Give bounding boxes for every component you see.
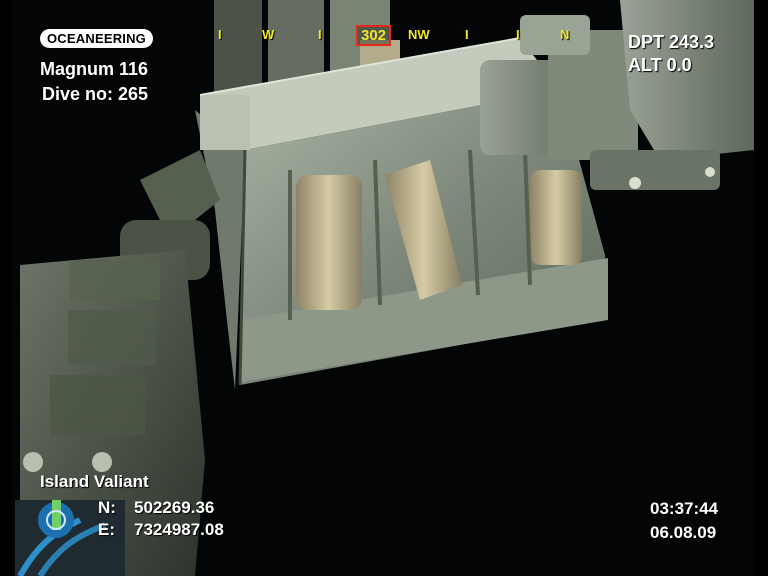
heading-value: 302: [356, 25, 392, 46]
time-readout: 03:37:44: [650, 499, 719, 518]
vessel-name: Island Valiant: [40, 472, 149, 491]
compass-mark: I: [318, 27, 322, 42]
northing-value: 502269.36: [134, 498, 215, 517]
left-frame-edge: [0, 0, 12, 576]
northing-label: N:: [98, 498, 116, 517]
compass-mark-nw: NW: [408, 27, 430, 42]
compass-mark: I: [516, 27, 520, 42]
compass-mark-w: W: [262, 27, 275, 42]
compass-mark: I: [465, 27, 469, 42]
easting-value: 7324987.08: [134, 520, 224, 539]
compass-mark-n: N: [560, 27, 570, 42]
compass-heading-bar: I W I 302 NW I I N: [210, 24, 590, 50]
oceaneering-logo: OCEANEERING: [40, 29, 153, 48]
date-readout: 06.08.09: [650, 523, 717, 542]
depth-readout: DPT 243.3: [628, 32, 715, 52]
compass-mark: I: [218, 27, 222, 42]
vehicle-name: Magnum 116: [40, 59, 149, 79]
altitude-readout: ALT 0.0: [628, 55, 692, 75]
right-frame-edge: [754, 0, 768, 576]
easting-label: E:: [98, 520, 115, 539]
dive-number: Dive no: 265: [42, 84, 149, 104]
